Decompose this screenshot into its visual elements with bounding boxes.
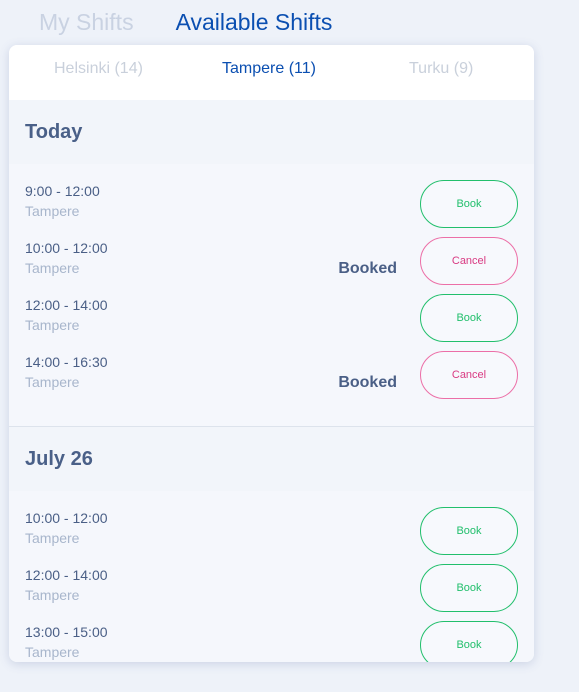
shift-time: 13:00 - 15:00 <box>25 624 108 640</box>
shift-row: 10:00 - 12:00 Tampere Book <box>9 507 534 564</box>
shift-row: 14:00 - 16:30 Tampere Booked Cancel <box>9 351 534 408</box>
book-button[interactable]: Book <box>420 180 518 228</box>
shift-location: Tampere <box>25 260 80 276</box>
tab-tampere[interactable]: Tampere (11) <box>222 59 316 79</box>
cancel-button[interactable]: Cancel <box>420 237 518 285</box>
tab-my-shifts[interactable]: My Shifts <box>39 6 134 38</box>
shift-list: 9:00 - 12:00 Tampere Book 10:00 - 12:00 … <box>9 164 534 426</box>
shift-time: 14:00 - 16:30 <box>25 354 108 370</box>
booked-status: Booked <box>338 260 397 277</box>
book-button[interactable]: Book <box>420 564 518 612</box>
day-title: July 26 <box>25 448 93 470</box>
book-button[interactable]: Book <box>420 294 518 342</box>
shift-row: 13:00 - 15:00 Tampere Book <box>9 621 534 662</box>
shift-time: 12:00 - 14:00 <box>25 567 108 583</box>
day-header: Today <box>9 100 534 164</box>
shift-row: 10:00 - 12:00 Tampere Booked Cancel <box>9 237 534 294</box>
tab-helsinki[interactable]: Helsinki (14) <box>54 59 143 79</box>
shift-location: Tampere <box>25 587 80 603</box>
book-button[interactable]: Book <box>420 621 518 662</box>
cancel-button[interactable]: Cancel <box>420 351 518 399</box>
shift-location: Tampere <box>25 374 80 390</box>
shift-row: 12:00 - 14:00 Tampere Book <box>9 564 534 621</box>
shift-location: Tampere <box>25 530 80 546</box>
shift-row: 9:00 - 12:00 Tampere Book <box>9 180 534 237</box>
top-tab-bar: My Shifts Available Shifts <box>39 6 332 38</box>
shift-list: 10:00 - 12:00 Tampere Book 12:00 - 14:00… <box>9 491 534 662</box>
shifts-card: Helsinki (14) Tampere (11) Turku (9) Tod… <box>9 45 534 662</box>
shift-scroll-area[interactable]: Today 9:00 - 12:00 Tampere Book 10:00 - … <box>9 100 534 662</box>
shift-time: 12:00 - 14:00 <box>25 297 108 313</box>
city-tab-bar: Helsinki (14) Tampere (11) Turku (9) <box>9 45 534 100</box>
shift-location: Tampere <box>25 203 80 219</box>
booked-status: Booked <box>338 374 397 391</box>
day-title: Today <box>25 121 83 143</box>
shift-location: Tampere <box>25 317 80 333</box>
day-header: July 26 <box>9 427 534 491</box>
shift-time: 10:00 - 12:00 <box>25 510 108 526</box>
shift-time: 10:00 - 12:00 <box>25 240 108 256</box>
shift-time: 9:00 - 12:00 <box>25 183 100 199</box>
book-button[interactable]: Book <box>420 507 518 555</box>
tab-available-shifts[interactable]: Available Shifts <box>176 6 333 38</box>
tab-turku[interactable]: Turku (9) <box>409 59 473 79</box>
shift-location: Tampere <box>25 644 80 660</box>
shift-row: 12:00 - 14:00 Tampere Book <box>9 294 534 351</box>
